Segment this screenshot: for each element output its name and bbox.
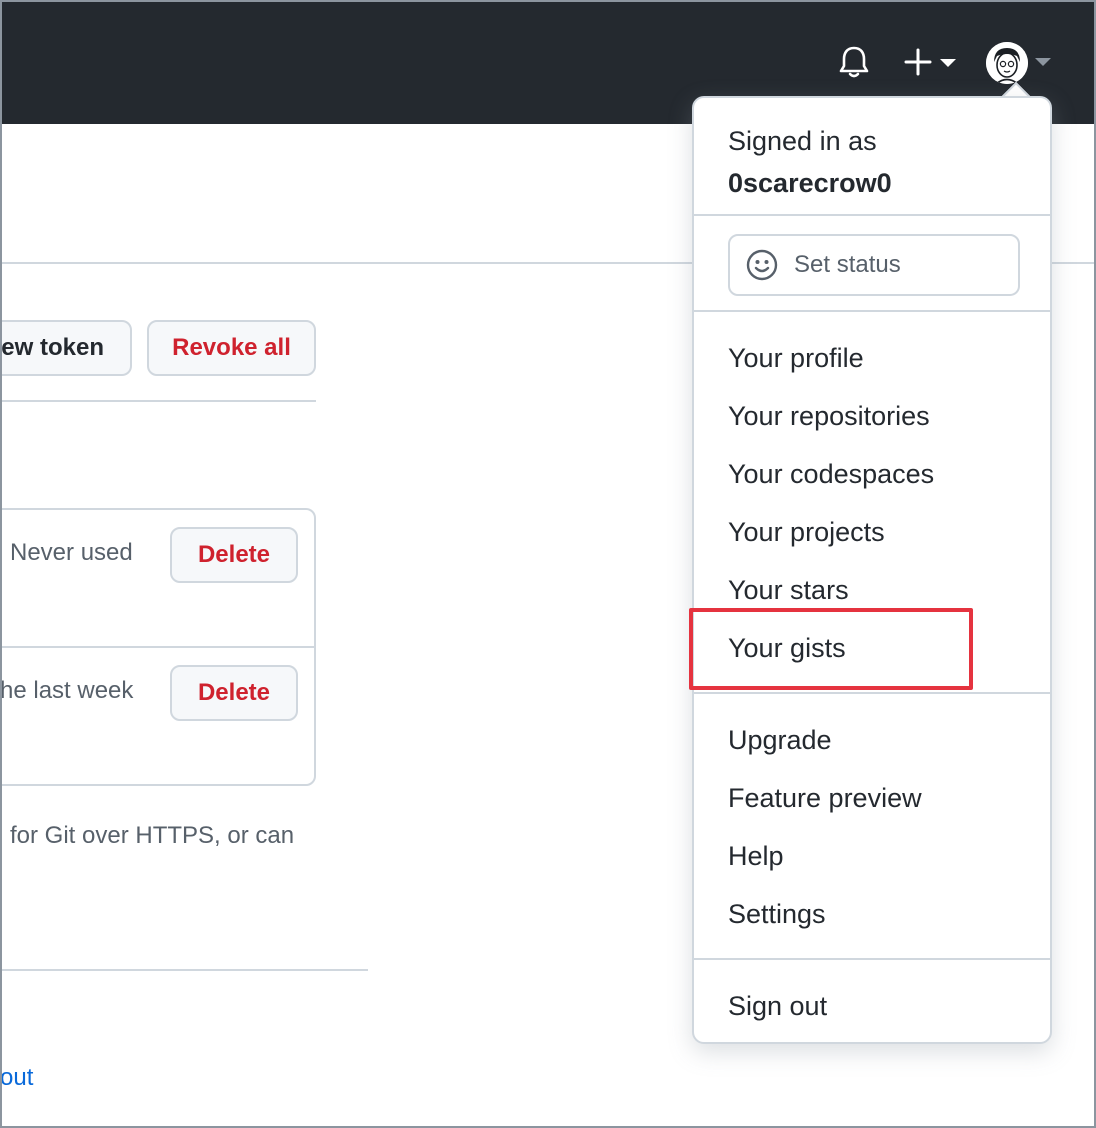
screenshot-frame	[0, 0, 1096, 1128]
